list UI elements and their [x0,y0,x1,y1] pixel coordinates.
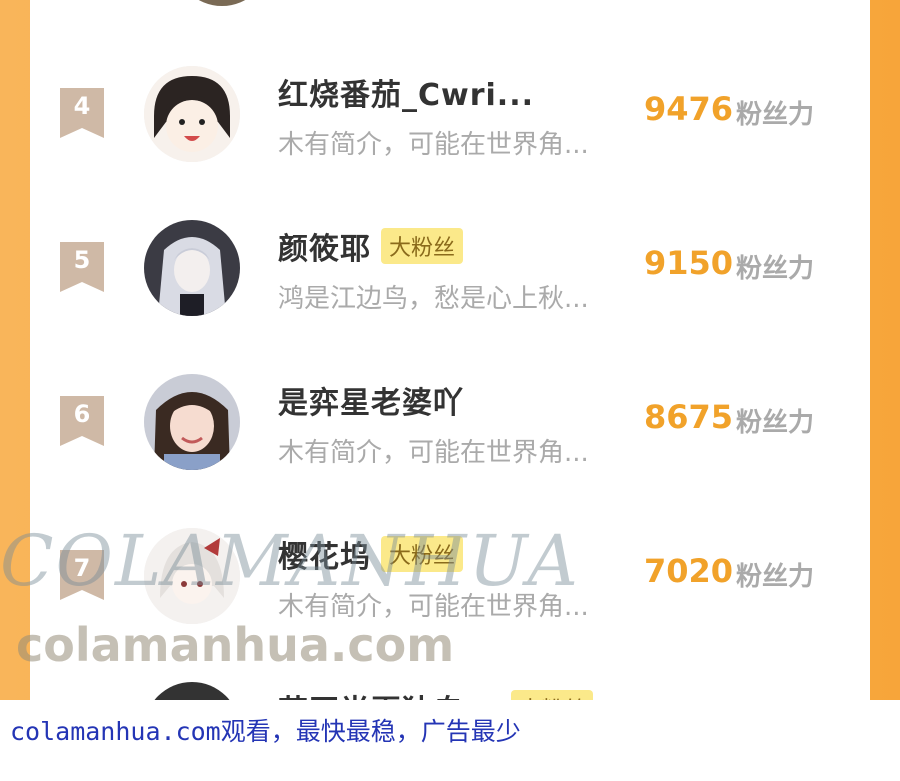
score-unit: 粉丝力 [736,408,815,438]
user-name[interactable]: 是弈星老婆吖 [278,378,464,422]
avatar[interactable] [174,0,270,6]
avatar[interactable] [144,220,240,316]
fan-score: 9150 [644,244,734,282]
watermark-logo: COLAMANHUA [0,520,580,602]
avatar[interactable] [144,66,240,162]
rank-tag: 4 [60,88,104,138]
list-item[interactable]: 4 红烧番茄_Cwri... 木有简介，可能在世界角... 9476 粉丝力 [30,60,870,190]
watermark-url: colamanhua.com [16,618,455,672]
list-item[interactable]: 花开半夏独自... 大粉丝 [30,676,870,700]
user-intro: 木有简介，可能在世界角... [278,438,589,468]
user-name[interactable]: 花开半夏独自... [278,686,501,700]
rank-tag: 5 [60,242,104,292]
footer-ad-text: colamanhua.com观看，最快最稳，广告最少 [10,717,521,746]
list-item[interactable]: 5 颜筱耶 大粉丝 鸿是江边鸟，愁是心上秋... 9150 粉丝力 [30,214,870,344]
rank-number: 5 [73,246,91,274]
orange-frame: 4 红烧番茄_Cwri... 木有简介，可能在世界角... 9476 粉丝力 5… [0,0,900,700]
avatar[interactable] [144,374,240,470]
big-fan-badge: 大粉丝 [511,690,594,700]
user-name[interactable]: 颜筱耶 [278,224,371,268]
score-unit: 粉丝力 [736,100,815,130]
rank-tag: 6 [60,396,104,446]
avatar[interactable] [144,682,240,700]
big-fan-badge: 大粉丝 [381,228,464,264]
rank-number: 6 [73,400,91,428]
fan-score: 8675 [644,398,734,436]
rank-number: 4 [73,92,91,120]
user-intro: 鸿是江边鸟，愁是心上秋... [278,284,589,314]
score-unit: 粉丝力 [736,562,815,592]
list-item[interactable]: 6 是弈星老婆吖 木有简介，可能在世界角... 8675 粉丝力 [30,368,870,498]
score-unit: 粉丝力 [736,254,815,284]
user-name[interactable]: 红烧番茄_Cwri... [278,70,534,114]
user-intro: 木有简介，可能在世界角... [278,130,589,160]
fan-score: 9476 [644,90,734,128]
fan-score: 7020 [644,552,734,590]
